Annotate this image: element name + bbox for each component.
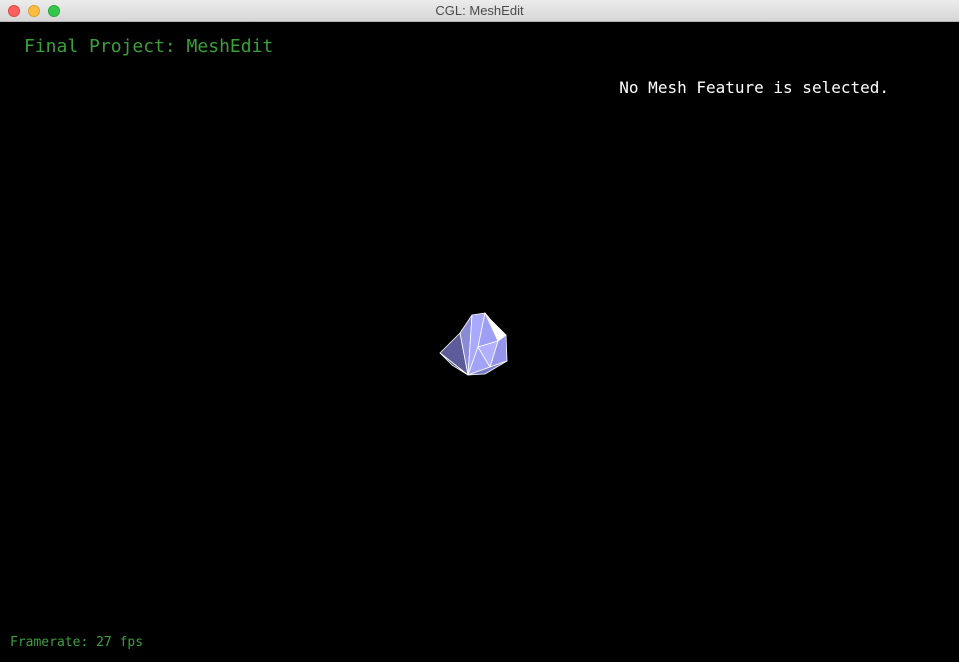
window-title: CGL: MeshEdit — [435, 3, 524, 18]
render-viewport[interactable]: Final Project: MeshEdit No Mesh Feature … — [0, 22, 959, 662]
selection-status: No Mesh Feature is selected. — [619, 78, 889, 97]
project-title: Final Project: MeshEdit — [24, 36, 274, 57]
title-bar[interactable]: CGL: MeshEdit — [0, 0, 959, 22]
mesh-model[interactable] — [430, 305, 520, 385]
framerate-readout: Framerate: 27 fps — [10, 635, 144, 650]
meshedit-window: CGL: MeshEdit Final Project: MeshEdit No… — [0, 0, 959, 662]
